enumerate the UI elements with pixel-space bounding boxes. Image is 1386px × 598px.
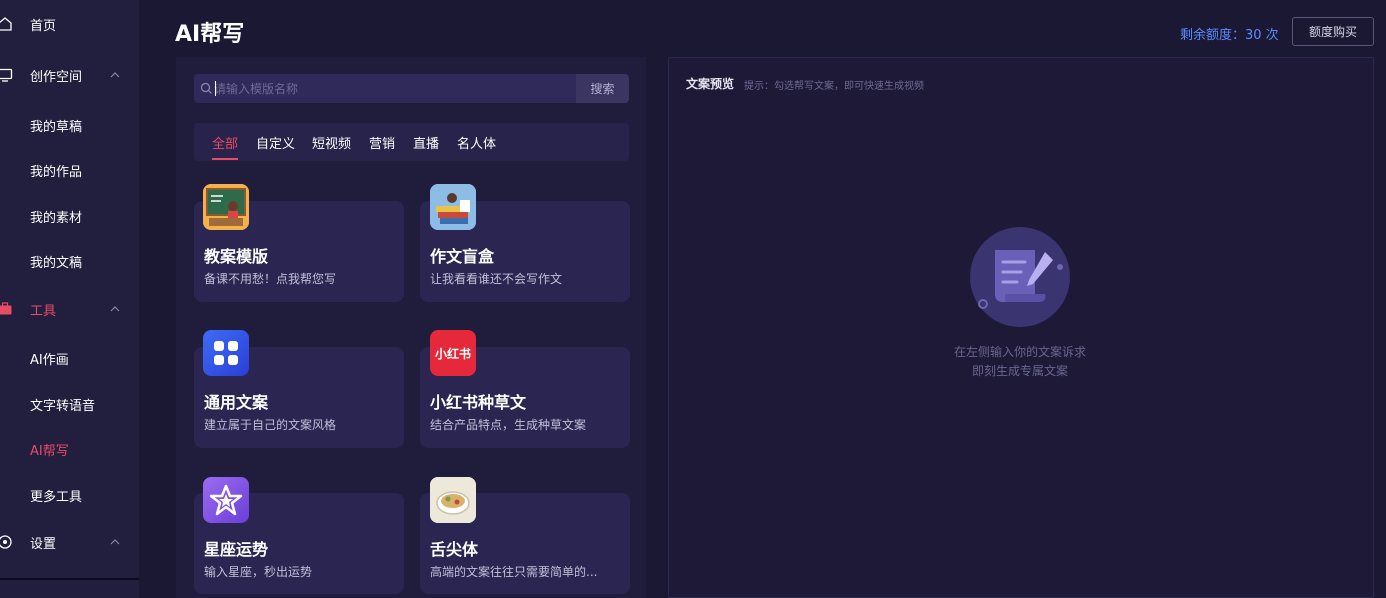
sidebar-item-ai-drawing[interactable]: AI作画 [0, 338, 139, 378]
card-title: 作文盲盒 [430, 247, 495, 266]
gear-icon [0, 533, 14, 551]
sidebar-item-label: 更多工具 [30, 489, 83, 505]
divider [0, 578, 139, 580]
sidebar-item-assets[interactable]: 我的素材 [0, 196, 139, 236]
empty-state-text: 即刻生成专属文案 [971, 364, 1068, 378]
sidebar-item-creation-space[interactable]: 创作空间 [0, 55, 139, 95]
sidebar-item-label: 我的文稿 [30, 255, 83, 271]
star-icon [203, 477, 249, 523]
card-description: 结合产品特点，生成种草文案 [430, 418, 587, 432]
sidebar-item-more-tools[interactable]: 更多工具 [0, 475, 139, 515]
xiaohongshu-logo-text: 小红书 [434, 346, 471, 361]
sidebar-item-label: 设置 [30, 536, 57, 552]
chevron-up-icon [110, 306, 120, 312]
sidebar-item-label: 首页 [30, 18, 57, 34]
card-title: 通用文案 [204, 393, 269, 412]
card-title: 小红书种草文 [430, 393, 527, 412]
sidebar-item-label: 工具 [30, 303, 57, 319]
sidebar-item-home[interactable]: 首页 [0, 4, 139, 44]
remaining-quota: 剩余额度：30 次 [1180, 28, 1279, 43]
sidebar-item-label: AI帮写 [30, 443, 69, 459]
card-description: 备课不用愁！点我帮您写 [204, 272, 337, 286]
search-icon [200, 82, 212, 94]
sidebar-item-works[interactable]: 我的作品 [0, 150, 139, 190]
tab-live[interactable]: 直播 [413, 133, 439, 152]
card-description: 高端的文案往往只需要简单的... [430, 565, 598, 579]
tab-all[interactable]: 全部 [212, 133, 238, 152]
chevron-up-icon [110, 72, 120, 78]
chevron-up-icon [110, 539, 120, 545]
document-pen-icon [970, 227, 1070, 327]
template-search-input[interactable] [214, 74, 564, 103]
sidebar-item-text-to-speech[interactable]: 文字转语音 [0, 384, 139, 424]
card-title: 教案模版 [204, 247, 269, 266]
text-cursor [215, 81, 216, 96]
sidebar-item-label: AI作画 [30, 352, 69, 368]
card-description: 让我看看谁还不会写作文 [430, 272, 563, 286]
page-title: AI帮写 [175, 22, 245, 47]
preview-hint: 提示：勾选帮写文案，即可快速生成视频 [744, 81, 924, 92]
sidebar: 首页 创作空间 我的草稿 我的作品 我的素材 我的文稿 工具 AI作画 文字转语… [0, 0, 139, 598]
sidebar-item-label: 我的作品 [30, 164, 83, 180]
teacher-blackboard-icon [203, 184, 249, 230]
sidebar-item-documents[interactable]: 我的文稿 [0, 241, 139, 281]
sidebar-item-ai-writer[interactable]: AI帮写 [0, 429, 139, 469]
search-box [194, 74, 576, 103]
preview-title: 文案预览 [686, 77, 735, 91]
apps-grid-icon [203, 330, 249, 376]
monitor-icon [0, 66, 14, 84]
tab-marketing[interactable]: 营销 [369, 133, 395, 152]
sidebar-item-tools[interactable]: 工具 [0, 289, 139, 329]
sidebar-item-settings[interactable]: 设置 [0, 522, 139, 562]
card-description: 输入星座，秒出运势 [204, 565, 313, 579]
buy-quota-button[interactable]: 额度购买 [1292, 17, 1374, 46]
xiaohongshu-logo-icon: 小红书 [430, 330, 476, 376]
card-title: 星座运势 [204, 540, 269, 559]
search-button[interactable]: 搜索 [576, 74, 629, 103]
sidebar-item-label: 我的草稿 [30, 119, 83, 135]
tab-celebrity-style[interactable]: 名人体 [457, 133, 496, 152]
tab-short-video[interactable]: 短视频 [312, 133, 351, 152]
sidebar-item-drafts[interactable]: 我的草稿 [0, 105, 139, 145]
card-description: 建立属于自己的文案风格 [204, 418, 337, 432]
food-bowl-icon [430, 477, 476, 523]
home-icon [0, 15, 14, 33]
card-title: 舌尖体 [430, 540, 479, 559]
books-reading-icon [430, 184, 476, 230]
empty-state-text: 在左侧输入你的文案诉求 [953, 345, 1086, 359]
tab-custom[interactable]: 自定义 [256, 133, 295, 152]
toolbox-icon [0, 300, 14, 318]
sidebar-item-label: 创作空间 [30, 69, 83, 85]
sidebar-item-label: 文字转语音 [30, 398, 96, 414]
sidebar-item-label: 我的素材 [30, 210, 83, 226]
active-tab-indicator [212, 158, 238, 160]
